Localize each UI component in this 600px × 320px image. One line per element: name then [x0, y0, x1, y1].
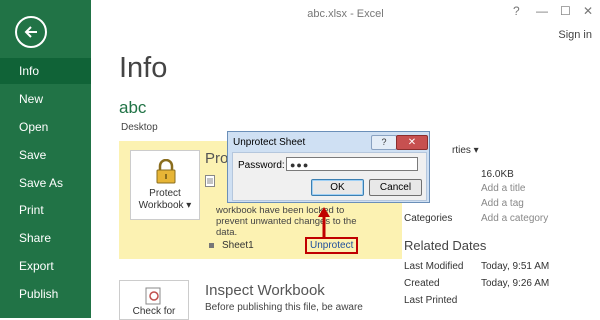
file-location: Desktop [121, 122, 158, 133]
protected-sheet-name: Sheet1 [222, 240, 254, 251]
nav-item-share[interactable]: Share [0, 225, 91, 251]
help-button[interactable]: ? [513, 4, 520, 18]
nav-item-print[interactable]: Print [0, 197, 91, 223]
property-categories[interactable]: Add a category [481, 213, 548, 224]
protect-workbook-button[interactable]: Protect Workbook ▾ [130, 150, 200, 220]
back-button[interactable] [15, 16, 47, 48]
nav-item-export[interactable]: Export [0, 253, 91, 279]
dialog-help-button[interactable]: ? [371, 135, 397, 150]
backstage-nav: Info New Open Save Save As Print Share E… [0, 0, 91, 318]
nav-item-publish[interactable]: Publish [0, 281, 91, 307]
date-value-modified: Today, 9:51 AM [481, 261, 550, 272]
lock-icon [156, 159, 176, 184]
page-title: Info [119, 52, 168, 84]
nav-item-save[interactable]: Save [0, 142, 91, 168]
property-title[interactable]: Add a title [481, 183, 525, 194]
unprotect-sheet-dialog: Unprotect Sheet ? ✕ Password: ●●● OK Can… [227, 131, 430, 203]
protect-description: workbook have been locked to prevent unw… [216, 205, 357, 238]
date-value-created: Today, 9:26 AM [481, 278, 550, 289]
password-label: Password: [238, 160, 285, 171]
minimize-button[interactable]: — [536, 4, 548, 18]
inspect-heading: Inspect Workbook [205, 282, 325, 299]
sheet-bullet-icon [209, 243, 214, 248]
cancel-button[interactable]: Cancel [369, 179, 422, 196]
document-icon [205, 175, 215, 187]
unprotect-link[interactable]: Unprotect [305, 237, 359, 254]
red-arrow-icon [318, 207, 330, 237]
close-button[interactable]: ✕ [583, 4, 593, 18]
related-dates-heading: Related Dates [404, 238, 487, 253]
sign-in-link[interactable]: Sign in [558, 29, 592, 41]
property-size: 16.0KB [481, 169, 514, 180]
nav-item-save-as[interactable]: Save As [0, 170, 91, 196]
file-name: abc [119, 98, 147, 117]
protect-workbook-label: Protect Workbook ▾ [138, 188, 192, 211]
date-label-printed: Last Printed [404, 295, 458, 306]
nav-item-info[interactable]: Info [0, 58, 91, 84]
date-label-modified: Last Modified [404, 261, 464, 272]
password-input[interactable]: ●●● [286, 157, 418, 171]
check-for-label: Check for [132, 306, 176, 317]
ok-button[interactable]: OK [311, 179, 364, 196]
dialog-title: Unprotect Sheet [233, 137, 306, 148]
date-label-created: Created [404, 278, 440, 289]
inspect-icon [145, 287, 161, 305]
nav-item-open[interactable]: Open [0, 114, 91, 140]
back-arrow-icon [24, 26, 37, 38]
nav-item-new[interactable]: New [0, 86, 91, 112]
properties-heading[interactable]: rties ▾ [452, 145, 479, 156]
inspect-description: Before publishing this file, be aware [205, 302, 363, 313]
window-title: abc.xlsx - Excel [307, 8, 384, 20]
property-tags[interactable]: Add a tag [481, 198, 524, 209]
restore-button[interactable]: ☐ [560, 4, 571, 18]
dialog-body: Password: ●●● OK Cancel [232, 152, 427, 201]
check-for-issues-button[interactable]: Check for [119, 280, 189, 320]
protect-heading: Pro [205, 150, 229, 167]
dialog-close-button[interactable]: ✕ [396, 135, 428, 150]
property-label-categories: Categories [404, 213, 453, 224]
title-bar: abc.xlsx - Excel ? — ☐ ✕ [91, 0, 600, 26]
